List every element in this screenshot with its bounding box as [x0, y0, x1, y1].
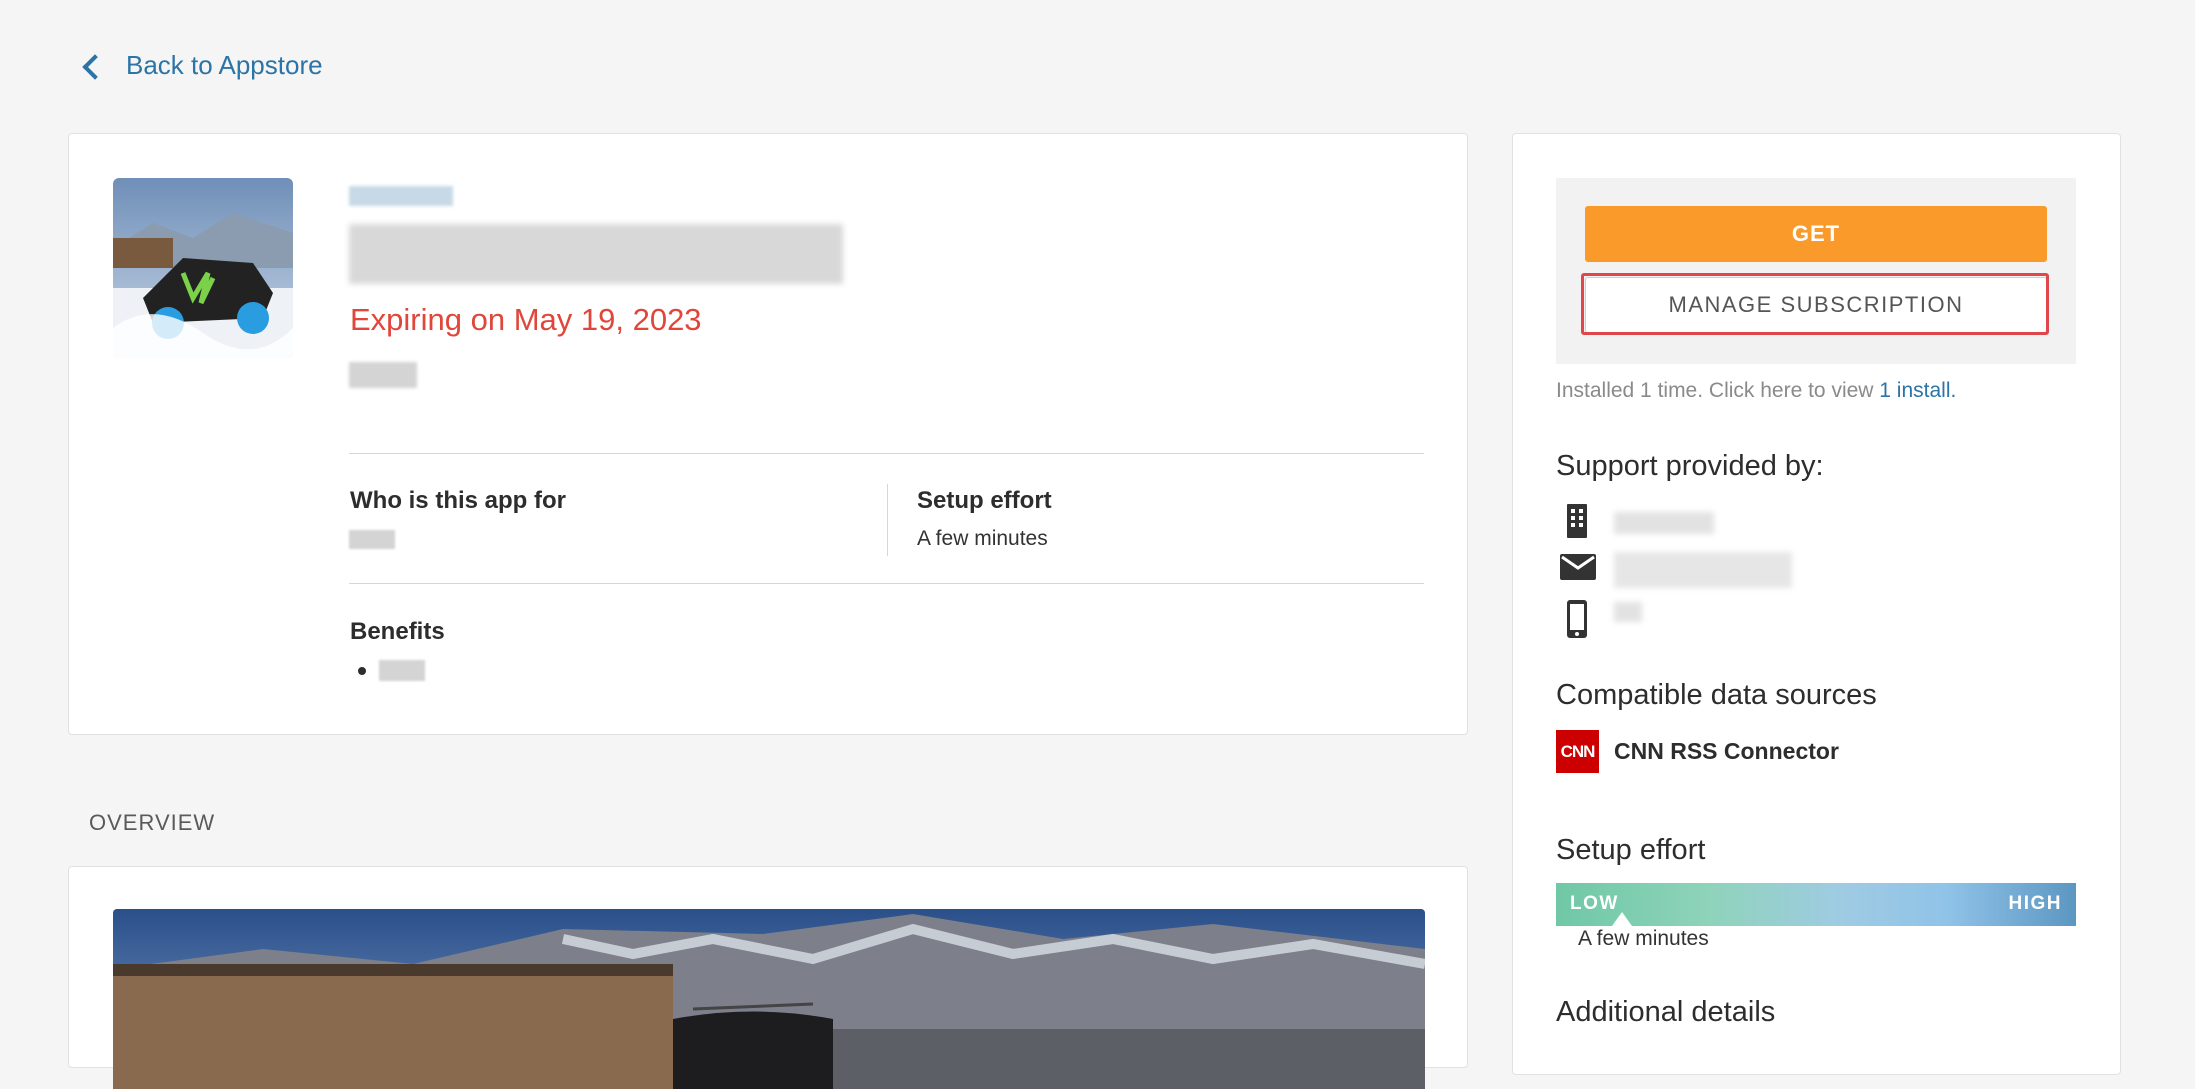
vertical-divider: [887, 484, 888, 556]
phone-icon: [1560, 600, 1594, 638]
installed-info: Installed 1 time. Click here to view 1 i…: [1556, 379, 1956, 403]
building-icon: [1560, 502, 1594, 538]
overview-heading: OVERVIEW: [89, 810, 216, 835]
support-company-redacted: [1614, 512, 1714, 534]
app-price-redacted: [349, 362, 417, 388]
bullet-icon: [358, 667, 366, 675]
additional-details-title: Additional details: [1556, 996, 1776, 1028]
cnn-logo-icon: CNN: [1556, 730, 1599, 773]
app-summary-card: Expiring on May 19, 2023 Who is this app…: [68, 133, 1468, 735]
audience-redacted: [349, 530, 395, 549]
setup-effort-value: A few minutes: [917, 527, 1048, 550]
app-thumbnail: [113, 178, 293, 358]
cta-panel: GET MANAGE SUBSCRIPTION: [1556, 178, 2076, 364]
data-source-name[interactable]: CNN RSS Connector: [1614, 738, 1839, 765]
support-phone-redacted: [1614, 602, 1642, 622]
expiring-date: Expiring on May 19, 2023: [350, 302, 702, 337]
support-title: Support provided by:: [1556, 450, 1824, 482]
who-is-this-for-label: Who is this app for: [350, 487, 566, 514]
benefit-item-redacted: [379, 660, 425, 681]
chevron-left-icon: [82, 53, 108, 80]
overview-image: [113, 909, 1425, 1089]
mail-icon: [1560, 552, 1596, 588]
installed-text: Installed 1 time. Click here to view: [1556, 379, 1880, 402]
manage-subscription-button[interactable]: MANAGE SUBSCRIPTION: [1585, 277, 2047, 333]
sidebar-card: GET MANAGE SUBSCRIPTION Installed 1 time…: [1512, 133, 2121, 1075]
divider: [349, 583, 1424, 584]
support-email-redacted: [1614, 552, 1792, 588]
view-installs-link[interactable]: 1 install.: [1879, 379, 1956, 402]
setup-effort-value: A few minutes: [1578, 927, 1709, 950]
effort-high-label: HIGH: [2008, 893, 2062, 914]
effort-marker-icon: [1612, 912, 1632, 926]
setup-effort-scale: LOW HIGH: [1556, 883, 2076, 926]
setup-effort-title: Setup effort: [1556, 834, 1706, 866]
overview-card: [68, 866, 1468, 1089]
compatible-sources-title: Compatible data sources: [1556, 679, 1877, 711]
benefits-label: Benefits: [350, 618, 445, 645]
get-button[interactable]: GET: [1585, 206, 2047, 262]
setup-effort-label: Setup effort: [917, 487, 1052, 514]
app-category-redacted: [349, 186, 453, 206]
divider: [349, 453, 1424, 454]
back-link-label: Back to Appstore: [126, 50, 323, 80]
back-to-appstore-link[interactable]: Back to Appstore: [82, 50, 323, 81]
app-title-redacted: [349, 224, 843, 284]
